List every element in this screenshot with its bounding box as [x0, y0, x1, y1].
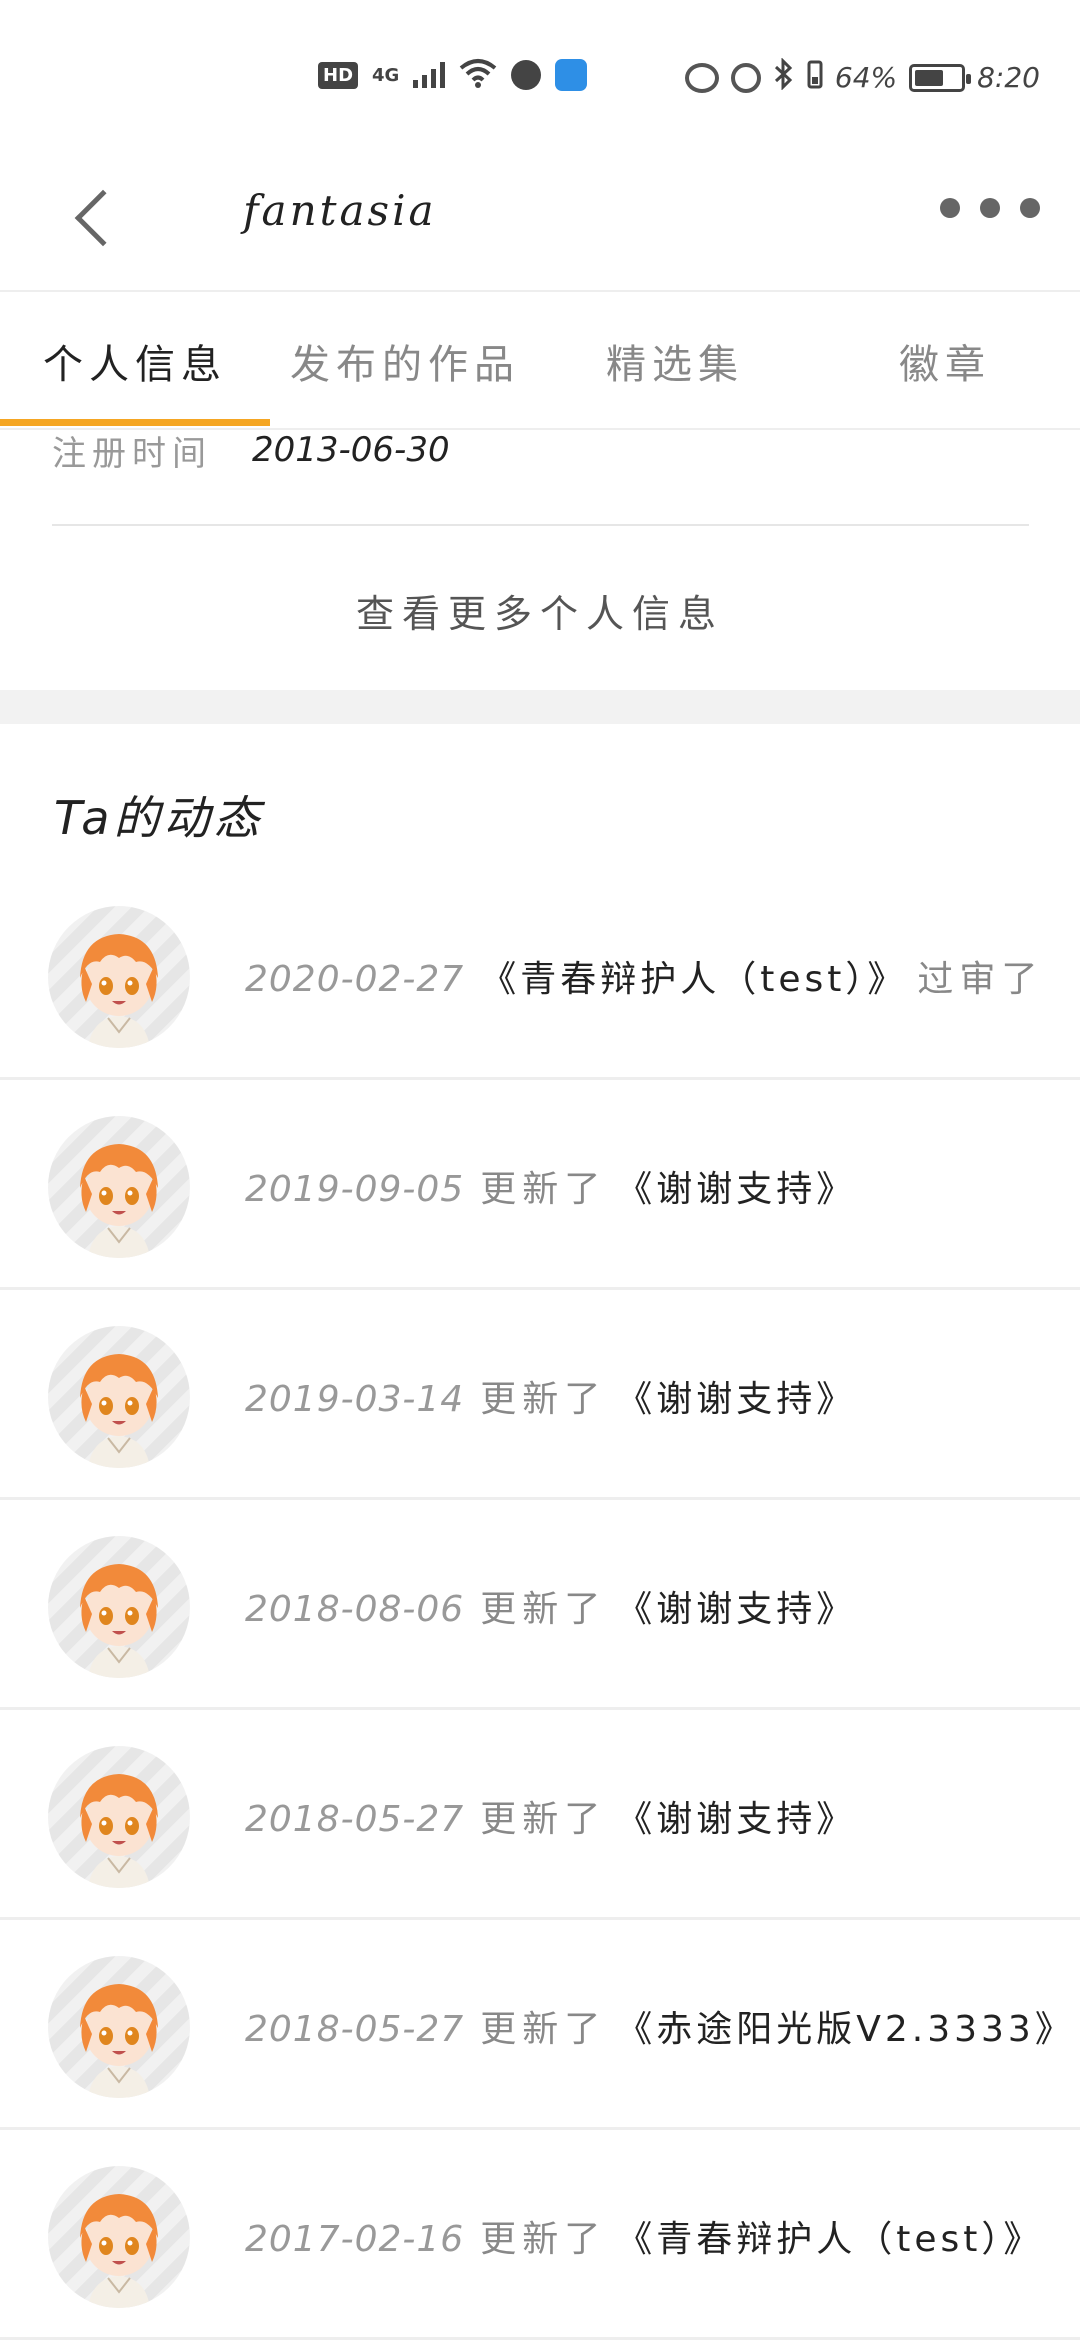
- activity-item[interactable]: 2018-05-27 更新了 《谢谢支持》: [0, 1710, 1080, 1920]
- activity-feed: 2020-02-27 《青春辩护人（test）》 过审了 2019-09-05 …: [0, 870, 1080, 2340]
- globe-icon: [511, 60, 542, 90]
- activity-work-title[interactable]: 《青春辩护人（test）》: [616, 2210, 1043, 2262]
- tab-personal-info[interactable]: 个人信息: [0, 292, 270, 430]
- activity-action: 更新了: [480, 2219, 607, 2260]
- avatar[interactable]: [48, 1326, 190, 1468]
- activity-item[interactable]: 2017-02-16 更新了 《青春辩护人（test）》: [0, 2130, 1080, 2340]
- avatar[interactable]: [48, 1536, 190, 1678]
- bluetooth-icon: [773, 57, 795, 97]
- avatar-illustration: [80, 2194, 158, 2308]
- avatar-illustration: [80, 1564, 158, 1678]
- page-title: fantasia: [243, 186, 437, 235]
- activity-item[interactable]: 2020-02-27 《青春辩护人（test）》 过审了: [0, 870, 1080, 1080]
- activity-text: 2018-05-27 更新了 《赤途阳光版V2.3333》: [245, 2000, 1075, 2052]
- activity-text: 2017-02-16 更新了 《青春辩护人（test）》: [245, 2210, 1043, 2262]
- activity-date: 2019-03-14: [245, 1379, 465, 1420]
- register-time-row: 注册时间 2013-06-30: [52, 425, 450, 475]
- avatar-illustration: [80, 1144, 158, 1258]
- more-dots-icon: [940, 198, 960, 218]
- back-button[interactable]: [60, 178, 132, 258]
- battery-percent: 64%: [834, 61, 898, 94]
- activity-work-title[interactable]: 《谢谢支持》: [616, 1790, 856, 1842]
- activity-text: 2019-03-14 更新了 《谢谢支持》: [245, 1370, 856, 1422]
- avatar-illustration: [80, 934, 158, 1048]
- activity-date: 2020-02-27: [245, 959, 465, 1000]
- activity-work-title[interactable]: 《赤途阳光版V2.3333》: [616, 2000, 1075, 2052]
- section-separator: [0, 690, 1080, 724]
- phone-battery-icon: [807, 59, 823, 96]
- view-more-info-link[interactable]: 查看更多个人信息: [0, 560, 1080, 660]
- tab-published-works[interactable]: 发布的作品: [270, 292, 540, 430]
- activity-action: 更新了: [480, 2009, 607, 2050]
- tab-divider: [0, 428, 1080, 430]
- network-type: 4G: [372, 64, 400, 86]
- app-notification-icon: [555, 59, 588, 91]
- avatar-illustration: [80, 1354, 158, 1468]
- activity-text: 2018-08-06 更新了 《谢谢支持》: [245, 1580, 856, 1632]
- activity-item[interactable]: 2019-03-14 更新了 《谢谢支持》: [0, 1290, 1080, 1500]
- activity-text: 2018-05-27 更新了 《谢谢支持》: [245, 1790, 856, 1842]
- avatar[interactable]: [48, 1956, 190, 2098]
- activity-work-title[interactable]: 《青春辩护人（test）》: [480, 950, 907, 1002]
- activity-item[interactable]: 2019-09-05 更新了 《谢谢支持》: [0, 1080, 1080, 1290]
- activity-work-title[interactable]: 《谢谢支持》: [616, 1160, 856, 1212]
- clock: 8:20: [977, 61, 1040, 94]
- status-left-icons: HD 4G: [318, 58, 588, 92]
- register-time-label: 注册时间: [52, 433, 212, 474]
- activity-work-title[interactable]: 《谢谢支持》: [616, 1370, 856, 1422]
- activity-text: 2019-09-05 更新了 《谢谢支持》: [245, 1160, 856, 1212]
- avatar[interactable]: [48, 906, 190, 1048]
- battery-icon: [909, 63, 972, 92]
- activity-suffix: 过审了: [917, 959, 1044, 1000]
- tab-collections[interactable]: 精选集: [540, 292, 810, 430]
- activity-work-title[interactable]: 《谢谢支持》: [616, 1580, 856, 1632]
- divider: [52, 524, 1029, 526]
- status-bar: HD 4G 64% 8:20: [0, 0, 1080, 150]
- signal-icon: [413, 62, 446, 88]
- chevron-left-icon: [74, 189, 132, 247]
- avatar-illustration: [80, 1774, 158, 1888]
- more-dot: [980, 198, 1000, 218]
- alarm-icon: [730, 62, 761, 93]
- activity-section-title: Ta的动态: [54, 791, 264, 845]
- avatar[interactable]: [48, 1746, 190, 1888]
- activity-item[interactable]: 2018-08-06 更新了 《谢谢支持》: [0, 1500, 1080, 1710]
- activity-date: 2017-02-16: [245, 2219, 465, 2260]
- activity-item[interactable]: 2018-05-27 更新了 《赤途阳光版V2.3333》: [0, 1920, 1080, 2130]
- app-header: fantasia: [0, 150, 1080, 290]
- activity-date: 2018-05-27: [245, 2009, 465, 2050]
- avatar[interactable]: [48, 1116, 190, 1258]
- hd-badge: HD: [318, 61, 359, 89]
- tab-bar: 个人信息 发布的作品 精选集 徽章: [0, 292, 1080, 430]
- activity-action: 更新了: [480, 1589, 607, 1630]
- register-time-value: 2013-06-30: [252, 430, 450, 470]
- activity-date: 2019-09-05: [245, 1169, 465, 1210]
- tab-badges[interactable]: 徽章: [810, 292, 1080, 430]
- activity-date: 2018-05-27: [245, 1799, 465, 1840]
- activity-action: 更新了: [480, 1379, 607, 1420]
- more-dot: [1020, 198, 1040, 218]
- avatar[interactable]: [48, 2166, 190, 2308]
- activity-date: 2018-08-06: [245, 1589, 465, 1630]
- wifi-icon: [459, 58, 497, 92]
- status-right-icons: 64% 8:20: [684, 57, 1040, 97]
- eye-icon: [684, 62, 719, 93]
- activity-action: 更新了: [480, 1169, 607, 1210]
- more-button[interactable]: [940, 198, 1040, 218]
- avatar-illustration: [80, 1984, 158, 2098]
- activity-text: 2020-02-27 《青春辩护人（test）》 过审了: [245, 950, 1043, 1002]
- activity-action: 更新了: [480, 1799, 607, 1840]
